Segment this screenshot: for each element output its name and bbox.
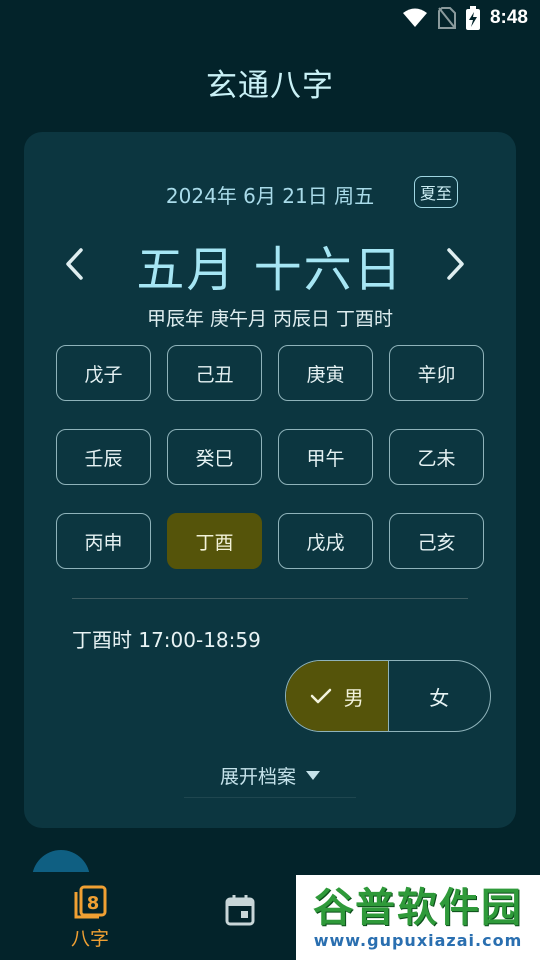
battery-charging-icon — [465, 6, 480, 30]
status-time: 8:48 — [489, 7, 528, 28]
hour-button[interactable]: 戊戌 — [278, 513, 373, 569]
watermark-url: www.gupuxiazai.com — [313, 931, 523, 950]
check-icon — [310, 688, 331, 704]
gender-toggle: 男 女 — [285, 660, 491, 732]
nav-item-bazi[interactable]: 8 八字 — [62, 884, 118, 951]
hour-button[interactable]: 壬辰 — [56, 429, 151, 485]
hour-button[interactable]: 丁酉 — [167, 513, 262, 569]
hour-button[interactable]: 甲午 — [278, 429, 373, 485]
divider — [72, 598, 468, 599]
nav-label-bazi: 八字 — [70, 928, 109, 950]
bazi-icon: 8 — [74, 885, 107, 919]
app-title: 玄通八字 — [206, 68, 334, 104]
chevron-right-icon — [447, 248, 464, 280]
gender-female-label: 女 — [429, 685, 450, 710]
solar-term-badge: 夏至 — [414, 176, 458, 208]
date-card: 2024年 6月 21日 周五 夏至 五月 十六日 甲辰年 庚午月 丙辰日 丁酉… — [24, 132, 516, 828]
status-bar: 8:48 — [0, 0, 540, 36]
no-sim-icon — [437, 7, 456, 29]
hour-button[interactable]: 乙未 — [389, 429, 484, 485]
hour-button[interactable]: 丙申 — [56, 513, 151, 569]
nav-item-calendar[interactable] — [214, 894, 266, 926]
expand-profile-button[interactable]: 展开档案 — [184, 754, 356, 798]
gender-male-button[interactable]: 男 — [286, 661, 389, 731]
hour-button[interactable]: 己亥 — [389, 513, 484, 569]
hour-grid: 戊子 己丑 庚寅 辛卯 壬辰 癸巳 甲午 乙未 丙申 丁酉 戊戌 己亥 — [56, 345, 484, 569]
wifi-icon — [402, 8, 428, 28]
calendar-icon — [225, 895, 255, 926]
hour-button[interactable]: 己丑 — [167, 345, 262, 401]
hour-button[interactable]: 戊子 — [56, 345, 151, 401]
caret-down-icon — [306, 771, 320, 780]
gender-male-label: 男 — [343, 685, 364, 710]
svg-text:8: 8 — [87, 893, 100, 914]
watermark-logo: 谷普软件园 www.gupuxiazai.com — [296, 875, 540, 960]
hour-button[interactable]: 辛卯 — [389, 345, 484, 401]
ganzhi-line: 甲辰年 庚午月 丙辰日 丁酉时 — [146, 308, 394, 330]
gender-female-button[interactable]: 女 — [389, 661, 491, 731]
expand-profile-label: 展开档案 — [219, 766, 296, 788]
hour-button[interactable]: 癸巳 — [167, 429, 262, 485]
hour-range-text: 丁酉时 17:00-18:59 — [72, 628, 261, 652]
next-day-button[interactable] — [436, 240, 476, 288]
hour-button[interactable]: 庚寅 — [278, 345, 373, 401]
watermark-text: 谷普软件园 — [313, 885, 523, 931]
